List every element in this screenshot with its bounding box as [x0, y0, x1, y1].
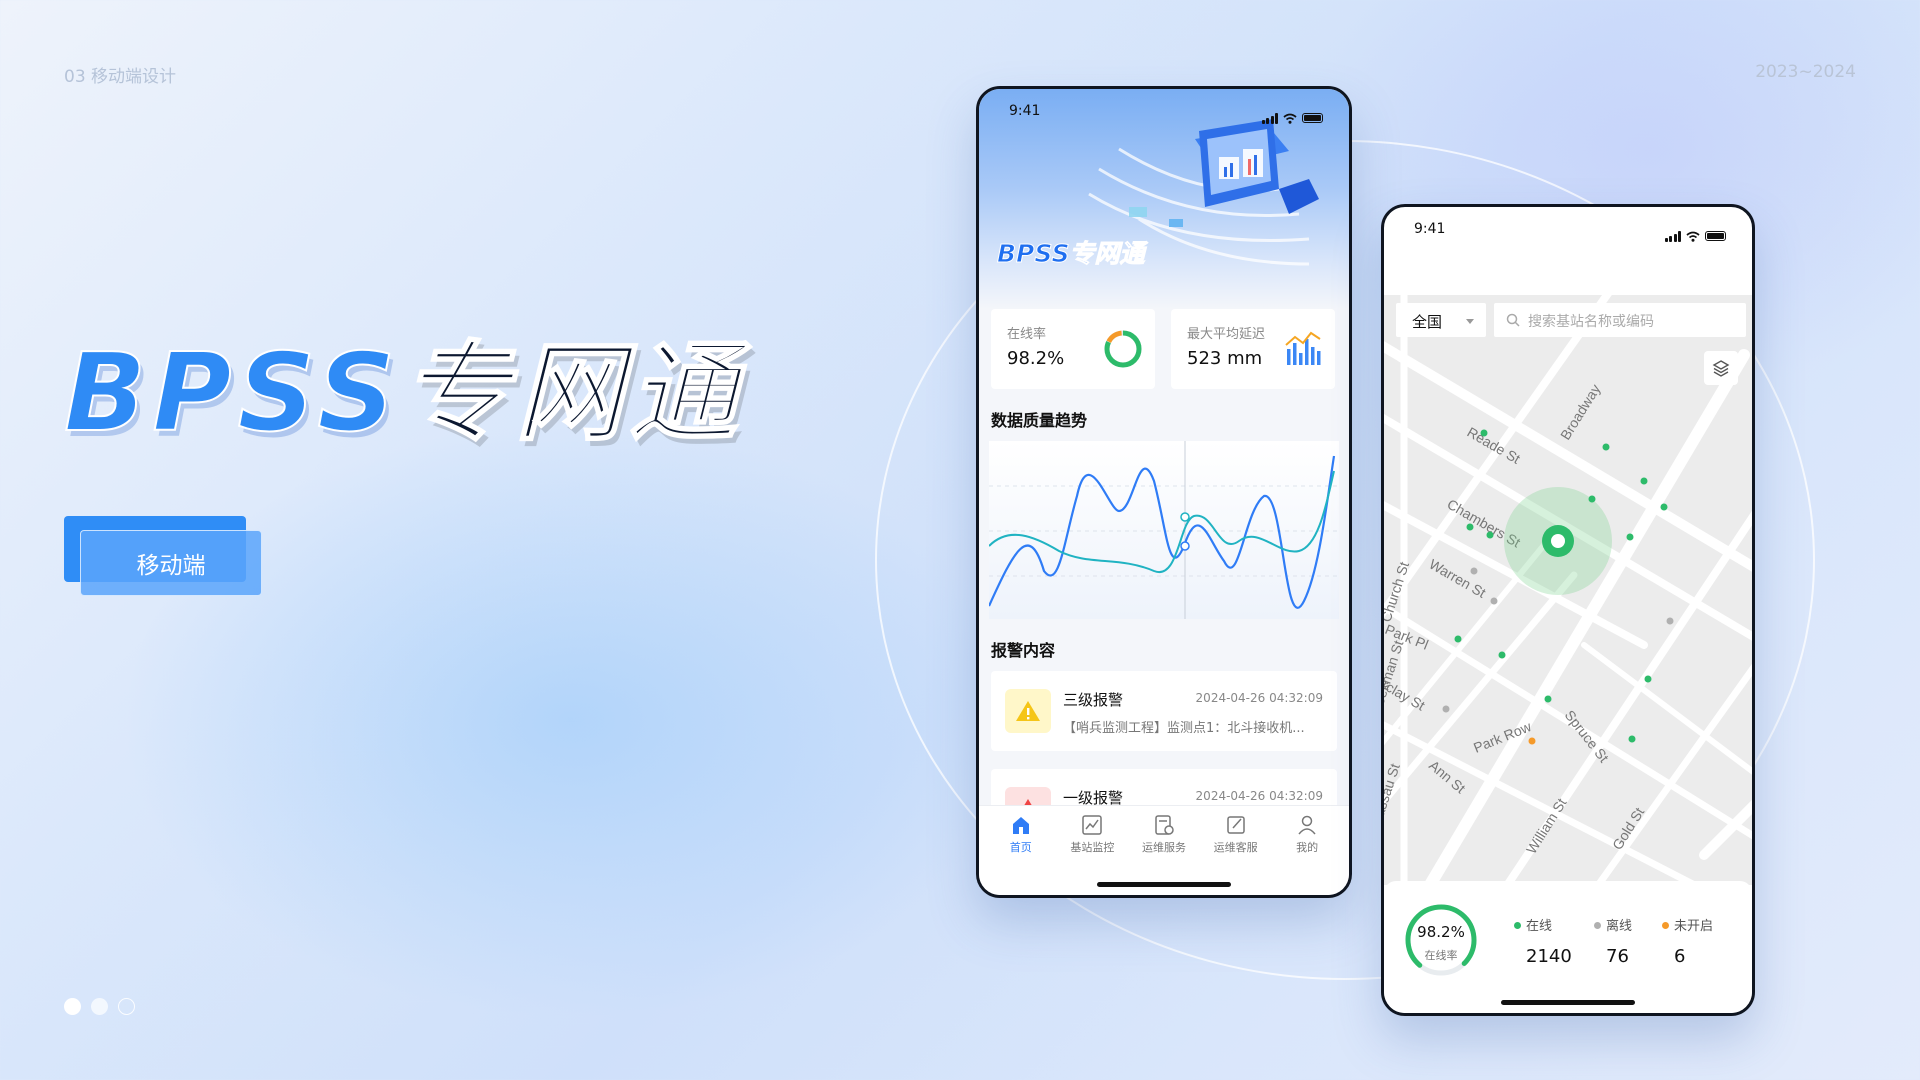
status-bar: 9:41: [979, 89, 1349, 133]
status-dot: [1514, 922, 1521, 929]
home-indicator: [1501, 1000, 1635, 1005]
stat-value: 2140: [1526, 946, 1572, 967]
battery-icon: [1302, 113, 1323, 123]
bar-chart-icon: [1285, 331, 1321, 365]
street-label: Warren St: [1427, 556, 1489, 601]
wifi-icon: [1686, 231, 1700, 242]
status-dot: [1662, 922, 1669, 929]
kpi-max-latency[interactable]: 最大平均延迟 523 mm: [1171, 309, 1335, 389]
trend-section-title: 数据质量趋势: [991, 411, 1088, 430]
brand-cjk: 专网通: [400, 331, 744, 456]
region-select[interactable]: 全国: [1396, 303, 1486, 337]
edit-icon: [1226, 816, 1245, 834]
alarm-level: 三级报警: [1063, 691, 1124, 709]
year-label: 2023~2024: [1755, 62, 1856, 82]
layer-toggle-button[interactable]: [1704, 351, 1738, 385]
tab-label: 我的: [1296, 841, 1319, 854]
phone-map-screen: 9:41 Broadway Reade St Chambers St Warre…: [1381, 204, 1755, 1016]
tab-label: 运维客服: [1213, 841, 1258, 854]
alarm-time: 2024-04-26 04:32:09: [1195, 691, 1323, 705]
tab-profile[interactable]: 我的: [1271, 814, 1343, 895]
street-label: Nassau St: [1384, 761, 1403, 827]
warning-icon: [1005, 689, 1051, 733]
signal-icon: [1664, 230, 1681, 242]
online-rate-label: 在线率: [1424, 949, 1458, 962]
pagination-dots: [64, 998, 135, 1015]
chevron-down-icon: [1466, 319, 1474, 324]
tab-home[interactable]: 首页: [985, 814, 1057, 895]
layers-icon: [1712, 360, 1730, 377]
page-dot[interactable]: [118, 998, 135, 1015]
home-icon: [1012, 817, 1029, 834]
stat-label: 在线: [1526, 919, 1553, 934]
signal-icon: [1261, 112, 1278, 124]
stat-label: 未开启: [1674, 919, 1714, 934]
wifi-icon: [1283, 113, 1297, 124]
section-label: 03 移动端设计: [64, 67, 177, 87]
street-label: Broadway: [1557, 381, 1604, 442]
stat-offline[interactable]: 离线 76: [1594, 915, 1632, 967]
stat-label: 离线: [1606, 919, 1633, 934]
tab-label: 基站监控: [1070, 841, 1115, 854]
station-stats-panel: 98.2% 在线率 在线 2140 离线 76 未开启 6: [1384, 881, 1752, 1013]
page-dot[interactable]: [91, 998, 108, 1015]
phone-home-screen: 9:41 BPSS专网通 在线率 98.2% 最大平均延迟 523 mm 数据质…: [976, 86, 1352, 898]
battery-icon: [1705, 231, 1726, 241]
alarm-desc: 【哨兵监测工程】监测点1：北斗接收机...: [1063, 721, 1305, 736]
brand-title: BPSS专网通: [63, 339, 743, 449]
stat-online[interactable]: 在线 2140: [1514, 915, 1572, 967]
region-value: 全国: [1412, 313, 1443, 331]
brand-latin: BPSS: [63, 331, 402, 456]
user-icon: [1298, 815, 1316, 835]
trend-chart[interactable]: [987, 441, 1339, 619]
tab-label: 首页: [1009, 841, 1032, 854]
street-label: William St: [1523, 795, 1570, 856]
alarm-time: 2024-04-26 04:32:09: [1195, 789, 1323, 803]
home-indicator: [1097, 882, 1231, 887]
search-placeholder: 搜索基站名称或编码: [1528, 314, 1654, 330]
status-bar: 9:41: [1384, 207, 1752, 251]
page-dot-active[interactable]: [64, 998, 81, 1015]
alarm-section-title: 报警内容: [991, 641, 1056, 660]
alarm-item[interactable]: 三级报警 2024-04-26 04:32:09 【哨兵监测工程】监测点1：北斗…: [991, 671, 1337, 751]
status-dot: [1594, 922, 1601, 929]
donut-icon: [1104, 330, 1142, 368]
app-title: BPSS专网通: [997, 239, 1145, 269]
street-label: Park Row: [1471, 718, 1534, 756]
chart-icon: [1082, 815, 1103, 835]
status-time: 9:41: [1009, 103, 1041, 119]
kpi-online-rate[interactable]: 在线率 98.2%: [991, 309, 1155, 389]
service-icon: [1155, 815, 1174, 835]
stat-inactive[interactable]: 未开启 6: [1662, 915, 1713, 967]
map-view[interactable]: Broadway Reade St Chambers St Warren St …: [1384, 295, 1752, 885]
tab-label: 运维服务: [1141, 841, 1186, 854]
status-time: 9:41: [1414, 221, 1446, 237]
station-search-input[interactable]: 搜索基站名称或编码: [1494, 303, 1746, 337]
mobile-tag-button[interactable]: 移动端: [80, 530, 262, 596]
location-pin[interactable]: [1542, 525, 1574, 557]
search-icon: [1506, 313, 1520, 327]
stat-value: 76: [1606, 946, 1629, 967]
stat-value: 6: [1674, 946, 1686, 967]
online-rate-value: 98.2%: [1417, 923, 1465, 941]
